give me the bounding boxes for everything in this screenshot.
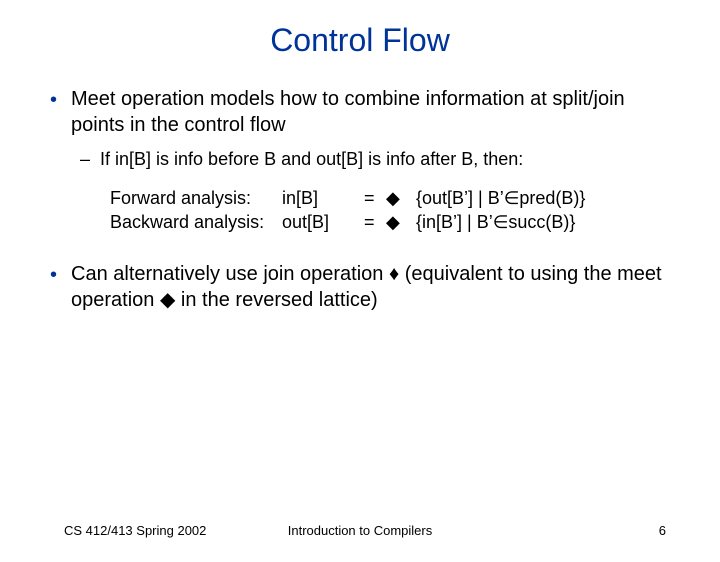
equations-block: Forward analysis: in[B] = ◆ {out[B’] | B…	[110, 186, 670, 235]
text-span: in the reversed lattice)	[175, 289, 377, 311]
forward-equation: Forward analysis: in[B] = ◆ {out[B’] | B…	[110, 186, 670, 210]
footer-course: CS 412/413 Spring 2002	[64, 523, 206, 538]
slide-footer: CS 412/413 Spring 2002 Introduction to C…	[0, 523, 720, 538]
eq-label: Backward analysis:	[110, 210, 282, 234]
sub-bullet-text: If in[B] is info before B and out[B] is …	[100, 148, 523, 171]
slide-title: Control Flow	[0, 22, 720, 59]
eq-lhs: in[B]	[282, 186, 364, 210]
meet-symbol-icon: ◆	[160, 289, 175, 311]
eq-rhs: {out[B’] | B’∈pred(B)}	[416, 186, 585, 210]
backward-equation: Backward analysis: out[B] = ◆ {in[B’] | …	[110, 210, 670, 234]
page-number: 6	[659, 523, 666, 538]
bullet-meet-operation: • Meet operation models how to combine i…	[50, 87, 670, 138]
text-span: Can alternatively use join operation	[71, 263, 389, 285]
bullet-text: Meet operation models how to combine inf…	[71, 87, 670, 138]
sub-bullet-if: – If in[B] is info before B and out[B] i…	[80, 148, 670, 171]
slide-body: • Meet operation models how to combine i…	[0, 87, 720, 313]
eq-label: Forward analysis:	[110, 186, 282, 210]
bullet-mark: •	[50, 262, 57, 313]
dash-mark: –	[80, 148, 90, 171]
bullet-text: Can alternatively use join operation ♦ (…	[71, 262, 670, 313]
eq-rhs: {in[B’] | B’∈succ(B)}	[416, 210, 575, 234]
bullet-mark: •	[50, 87, 57, 138]
eq-lhs: out[B]	[282, 210, 364, 234]
join-symbol-icon: ♦	[389, 263, 399, 285]
eq-equals: =	[364, 210, 386, 234]
bullet-join-operation: • Can alternatively use join operation ♦…	[50, 262, 670, 313]
meet-symbol-icon: ◆	[386, 186, 416, 210]
meet-symbol-icon: ◆	[386, 210, 416, 234]
eq-equals: =	[364, 186, 386, 210]
